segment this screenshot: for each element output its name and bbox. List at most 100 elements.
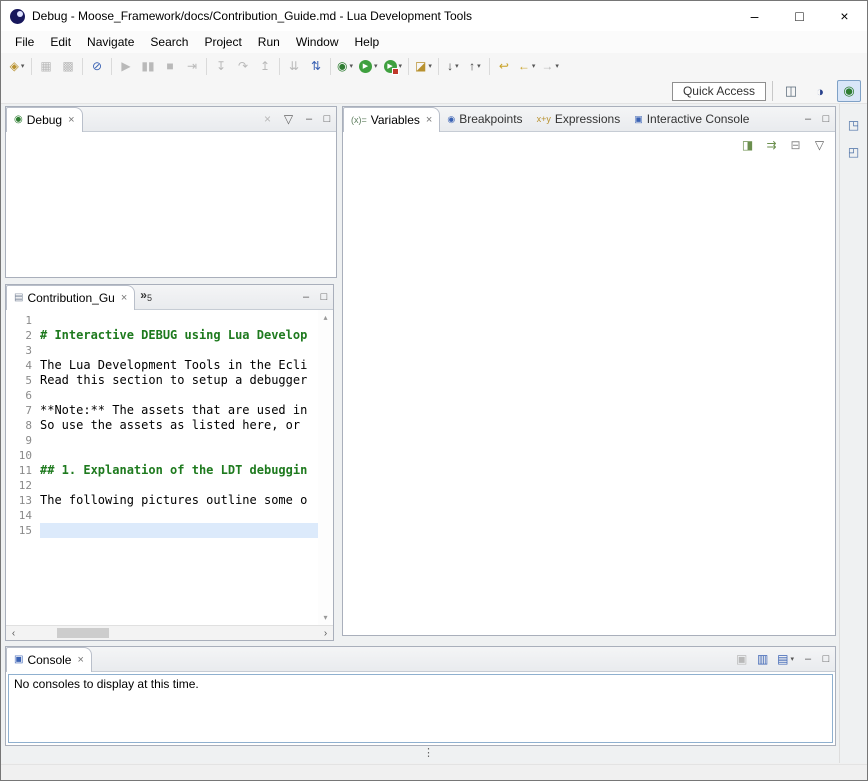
vertical-sash-left-right[interactable] xyxy=(334,106,342,636)
close-tab-icon[interactable]: × xyxy=(68,114,74,126)
open-console-icon[interactable]: ▤▾ xyxy=(775,650,796,668)
forward-button[interactable]: →▾ xyxy=(539,55,561,77)
minimize-view-icon[interactable]: – xyxy=(297,285,315,309)
code-line[interactable]: 10 xyxy=(6,448,318,463)
sash-handle[interactable]: ⋮ xyxy=(423,748,434,759)
display-selected-console-icon[interactable]: ▥▾ xyxy=(754,650,771,668)
console-view-toolbar: ▣▾▥▾▤▾ xyxy=(732,647,799,671)
vertical-scrollbar[interactable]: ▴ ▾ xyxy=(318,310,333,625)
tab-debug[interactable]: ◉ Debug × xyxy=(6,107,83,132)
scroll-up-icon[interactable]: ▴ xyxy=(323,313,327,322)
minimize-view-icon[interactable]: – xyxy=(799,647,817,671)
close-tab-icon[interactable]: × xyxy=(121,292,127,304)
drop-to-frame-button[interactable]: ⇊▾ xyxy=(284,55,304,77)
save-button[interactable]: ▦▾ xyxy=(36,55,56,77)
tab-console[interactable]: ▣ Console × xyxy=(6,647,92,672)
scroll-right-icon[interactable]: › xyxy=(318,628,333,639)
code-line[interactable]: 4 The Lua Development Tools in the Ecli xyxy=(6,358,318,373)
code-line[interactable]: 14 xyxy=(6,508,318,523)
code-line[interactable]: 15 xyxy=(6,523,318,538)
code-line[interactable]: 8 So use the assets as listed here, or xyxy=(6,418,318,433)
remove-all-terminated-icon[interactable]: ×▾ xyxy=(259,110,276,128)
maximize-view-icon[interactable]: □ xyxy=(817,647,835,671)
code-editor[interactable]: 1 2 # Interactive DEBUG using Lua Develo… xyxy=(6,310,318,625)
tab-expressions[interactable]: x+y Expressions × xyxy=(530,107,628,131)
line-text xyxy=(40,523,318,538)
code-line[interactable]: 3 xyxy=(6,343,318,358)
run-button[interactable]: ▶▾ xyxy=(357,55,380,77)
menu-navigate[interactable]: Navigate xyxy=(79,33,142,51)
window-close-button[interactable]: × xyxy=(822,1,867,31)
view-menu-icon[interactable]: ▽▾ xyxy=(280,110,297,128)
code-line[interactable]: 1 xyxy=(6,313,318,328)
restore-minimized-view-icon[interactable]: ◳ xyxy=(845,116,862,134)
skip-all-breakpoints-button[interactable]: ⊘▾ xyxy=(87,55,107,77)
step-into-button[interactable]: ↧▾ xyxy=(211,55,231,77)
show-logical-structure-icon[interactable]: ⇉ xyxy=(763,136,780,154)
console-message: No consoles to display at this time. xyxy=(14,677,199,691)
resume-button[interactable]: ▶▾ xyxy=(116,55,136,77)
maximize-view-icon[interactable]: □ xyxy=(315,285,333,309)
tab-variables[interactable]: (x)= Variables × xyxy=(343,107,440,132)
open-perspective-button[interactable]: ◫ xyxy=(779,80,803,102)
window-maximize-button[interactable]: □ xyxy=(777,1,822,31)
menu-help[interactable]: Help xyxy=(347,33,388,51)
previous-annotation-button[interactable]: ↑▾ xyxy=(465,55,485,77)
scrollbar-track[interactable] xyxy=(21,626,318,640)
suspend-button[interactable]: ▮▮▾ xyxy=(138,55,158,77)
mark-occurrences-button[interactable]: ◪▾ xyxy=(413,55,434,77)
back-button[interactable]: ←▾ xyxy=(516,55,538,77)
editor-tab-overflow[interactable]: » 5 xyxy=(135,285,157,309)
variables-view: (x)= Variables × ◉ Breakpoints × x+y Exp… xyxy=(342,106,836,636)
new-button[interactable]: ◈▾ xyxy=(7,55,27,77)
code-line[interactable]: 9 xyxy=(6,433,318,448)
view-menu-icon[interactable]: ▽ xyxy=(811,136,828,154)
menu-run[interactable]: Run xyxy=(250,33,288,51)
menu-window[interactable]: Window xyxy=(288,33,347,51)
window-minimize-button[interactable]: – xyxy=(732,1,777,31)
code-line[interactable]: 5 Read this section to setup a debugger xyxy=(6,373,318,388)
restore-outline-view-icon[interactable]: ◰ xyxy=(845,143,862,161)
scrollbar-thumb[interactable] xyxy=(57,628,109,638)
code-line[interactable]: 12 xyxy=(6,478,318,493)
minimize-view-icon[interactable]: – xyxy=(300,107,318,131)
tab-icon: x+y xyxy=(537,115,551,124)
step-return-button[interactable]: ↥▾ xyxy=(255,55,275,77)
code-line[interactable]: 2 # Interactive DEBUG using Lua Develop xyxy=(6,328,318,343)
close-tab-icon[interactable]: × xyxy=(77,654,83,666)
menu-file[interactable]: File xyxy=(7,33,42,51)
scroll-down-icon[interactable]: ▾ xyxy=(323,613,327,622)
debug-perspective-button[interactable]: ◉ xyxy=(837,80,861,102)
debug-button[interactable]: ◉▾ xyxy=(335,55,355,77)
code-line[interactable]: 11 ## 1. Explanation of the LDT debuggin xyxy=(6,463,318,478)
menu-edit[interactable]: Edit xyxy=(42,33,79,51)
minimize-view-icon[interactable]: – xyxy=(799,107,817,131)
show-type-names-icon[interactable]: ◨ xyxy=(739,136,756,154)
maximize-view-icon[interactable]: □ xyxy=(817,107,835,131)
next-annotation-button[interactable]: ↓▾ xyxy=(443,55,463,77)
pin-console-icon[interactable]: ▣▾ xyxy=(733,650,750,668)
save-all-button[interactable]: ▩▾ xyxy=(58,55,78,77)
menu-project[interactable]: Project xyxy=(196,33,249,51)
horizontal-sash-console[interactable] xyxy=(5,640,836,646)
disconnect-button[interactable]: ⇥▾ xyxy=(182,55,202,77)
horizontal-scrollbar[interactable]: ‹ › xyxy=(6,625,333,640)
horizontal-sash-debug-editor[interactable] xyxy=(5,278,337,284)
lua-perspective-button[interactable]: ◑ xyxy=(808,80,832,102)
collapse-all-icon[interactable]: ⊟ xyxy=(787,136,804,154)
use-step-filters-button[interactable]: ⇅▾ xyxy=(306,55,326,77)
quick-access-input[interactable]: Quick Access xyxy=(672,82,766,101)
code-line[interactable]: 13 The following pictures outline some o xyxy=(6,493,318,508)
step-over-button[interactable]: ↷▾ xyxy=(233,55,253,77)
close-tab-icon[interactable]: × xyxy=(426,114,432,126)
code-line[interactable]: 7 **Note:** The assets that are used in xyxy=(6,403,318,418)
tab-interactive-console[interactable]: ▣ Interactive Console × xyxy=(627,107,756,131)
tab-breakpoints[interactable]: ◉ Breakpoints × xyxy=(440,107,529,131)
last-edit-location-button[interactable]: ↩▾ xyxy=(494,55,514,77)
scroll-left-icon[interactable]: ‹ xyxy=(6,628,21,639)
tab-contribution-guide[interactable]: ▤ Contribution_Gu × xyxy=(6,285,135,310)
code-line[interactable]: 6 xyxy=(6,388,318,403)
menu-search[interactable]: Search xyxy=(142,33,196,51)
external-tools-button[interactable]: ▶▾ xyxy=(382,55,405,77)
terminate-button[interactable]: ■▾ xyxy=(160,55,180,77)
